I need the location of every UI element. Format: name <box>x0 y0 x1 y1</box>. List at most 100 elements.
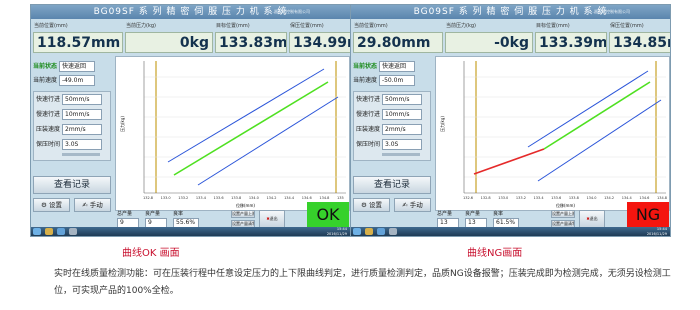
folder-icon[interactable] <box>45 228 53 235</box>
window-icon[interactable] <box>69 228 77 235</box>
company-name: ……器运动控制有限公司 <box>266 9 310 14</box>
exit-button[interactable]: ✖退出 <box>259 210 285 228</box>
x-tick-label: 133.0 <box>498 196 508 200</box>
fast-speed-label: 快速行进 <box>36 96 61 103</box>
press-speed-input[interactable]: 2mm/s <box>382 124 423 135</box>
app-icon[interactable] <box>57 228 65 235</box>
view-records-button[interactable]: 查看记录 <box>33 176 111 194</box>
hold-time-slider[interactable] <box>382 153 420 156</box>
ng-curve-segment <box>473 148 545 175</box>
folder-icon[interactable] <box>365 228 373 235</box>
hold-time-input[interactable]: 3.0S <box>62 139 103 150</box>
clock: 15:44 2016/11/29 <box>646 227 667 236</box>
x-tick-label: 134.8 <box>657 196 667 200</box>
x-tick-label: 132.6 <box>463 196 473 200</box>
hold-readout: 134.99mm <box>289 32 350 53</box>
x-tick-label: 134.2 <box>266 196 276 200</box>
hold-readout: 134.85mm <box>609 32 670 53</box>
current-position-label: 当前位置(mm) <box>34 23 68 29</box>
press-speed-label: 压装速度 <box>36 126 61 133</box>
target-position-label: 目标位置(mm) <box>216 23 250 29</box>
window-icon[interactable] <box>389 228 397 235</box>
hand-icon: ✍ <box>82 201 90 209</box>
window-title: BG09SF 系 列 精 密 伺 服 压 力 机 系 统 ……器运动控制有限公司 <box>351 5 670 19</box>
speed-label: 当前速度 <box>353 77 378 84</box>
start-icon[interactable] <box>33 228 41 235</box>
rate-label: 良率 <box>493 211 504 217</box>
hold-time-input[interactable]: 3.0S <box>382 139 423 150</box>
x-tick-label: 132.8 <box>143 196 153 200</box>
set-upper-button[interactable]: 设置产量上限 <box>231 210 255 218</box>
pressure-readout: -0kg <box>445 32 533 53</box>
slow-speed-input[interactable]: 10mm/s <box>62 109 103 120</box>
taskbar: 15:44 2016/11/29 <box>351 227 670 236</box>
total-label: 总产量 <box>117 211 133 217</box>
x-tick-label: 134.8 <box>319 196 329 200</box>
position-readout: 118.57mm <box>33 32 123 53</box>
current-position-label: 当前位置(mm) <box>354 23 388 29</box>
status-value: 快速返回 <box>378 61 415 72</box>
speed-settings-group: 快速行进 50mm/s 慢速行进 10mm/s 压装速度 2mm/s 保压时间 3.0S <box>33 91 111 161</box>
company-name: ……器运动控制有限公司 <box>586 9 630 14</box>
x-tick-label: 134.0 <box>586 196 596 200</box>
view-records-button[interactable]: 查看记录 <box>353 176 431 194</box>
current-pressure-label: 当前压力(kg) <box>446 23 476 29</box>
x-tick-label: 133.4 <box>534 196 545 200</box>
x-tick-label: 133.4 <box>196 196 207 200</box>
x-tick-label: 134.2 <box>604 196 614 200</box>
result-indicator: NG <box>627 202 669 228</box>
x-tick-label: 135 <box>337 196 344 200</box>
upper-limit-line <box>527 70 649 148</box>
total-label: 总产量 <box>437 211 453 217</box>
speed-value: -50.0m <box>378 75 415 86</box>
hold-time-label: 保压时间 <box>36 141 61 148</box>
slow-speed-label: 慢速行进 <box>356 111 381 118</box>
x-axis-label: 位移(mm) <box>236 202 255 208</box>
window-title: BG09SF 系 列 精 密 伺 服 压 力 机 系 统 ……器运动控制有限公司 <box>31 5 350 19</box>
fast-speed-input[interactable]: 50mm/s <box>62 94 103 105</box>
clock: 15:44 2016/11/29 <box>326 227 347 236</box>
status-value: 快速返回 <box>58 61 95 72</box>
start-icon[interactable] <box>353 228 361 235</box>
y-axis-label: 压力(kg) <box>439 116 445 132</box>
x-axis-label: 位移(mm) <box>556 202 575 208</box>
pressure-curve <box>173 81 329 176</box>
x-tick-label: 133.2 <box>178 196 188 200</box>
hold-time-slider[interactable] <box>62 153 100 156</box>
speed-label: 当前速度 <box>33 77 58 84</box>
manual-button[interactable]: ✍ 手动 <box>74 198 111 212</box>
slow-speed-label: 慢速行进 <box>36 111 61 118</box>
fast-speed-input[interactable]: 50mm/s <box>382 94 423 105</box>
status-label: 当前状态 <box>353 63 378 70</box>
exit-button[interactable]: ✖退出 <box>579 210 605 228</box>
speed-settings-group: 快速行进 50mm/s 慢速行进 10mm/s 压装速度 2mm/s 保压时间 3.0S <box>353 91 431 161</box>
x-tick-label: 134.6 <box>302 196 312 200</box>
target-readout: 133.83mm <box>215 32 287 53</box>
speed-value: -49.0m <box>58 75 95 86</box>
gear-icon: ⚙ <box>41 201 49 209</box>
press-speed-label: 压装速度 <box>356 126 381 133</box>
screen-ok: BG09SF 系 列 精 密 伺 服 压 力 机 系 统 ……器运动控制有限公司… <box>30 4 351 237</box>
slow-speed-input[interactable]: 10mm/s <box>382 109 423 120</box>
settings-button[interactable]: ⚙ 设置 <box>353 198 390 212</box>
app-icon[interactable] <box>377 228 385 235</box>
taskbar: 15:44 2016/11/29 <box>31 227 350 236</box>
set-upper-button[interactable]: 设置产量上限 <box>551 210 575 218</box>
pressure-curve-chart: 压力(kg) 位移(mm) 132.8 133.0 133.2 133.4 133.6 1… <box>115 56 350 211</box>
target-readout: 133.39mm <box>535 32 607 53</box>
x-tick-label: 133.2 <box>516 196 526 200</box>
caption-ng: 曲线NG画面 <box>467 248 523 259</box>
press-speed-input[interactable]: 2mm/s <box>62 124 103 135</box>
x-tick-label: 133.0 <box>161 196 171 200</box>
x-tick-label: 133.8 <box>569 196 579 200</box>
x-tick-label: 134.4 <box>622 196 633 200</box>
x-tick-label: 134.6 <box>639 196 649 200</box>
x-tick-label: 133.8 <box>231 196 241 200</box>
manual-button[interactable]: ✍ 手动 <box>394 198 431 212</box>
settings-button[interactable]: ⚙ 设置 <box>33 198 70 212</box>
position-readout: 29.80mm <box>353 32 443 53</box>
pressure-curve-chart: 压力(kg) 位移(mm) 132.6 132.8 133.0 133.2 133.4 1… <box>435 56 670 211</box>
lower-limit-line <box>197 96 339 186</box>
screen-ng: BG09SF 系 列 精 密 伺 服 压 力 机 系 统 ……器运动控制有限公司… <box>350 4 671 237</box>
x-tick-label: 134.4 <box>284 196 295 200</box>
